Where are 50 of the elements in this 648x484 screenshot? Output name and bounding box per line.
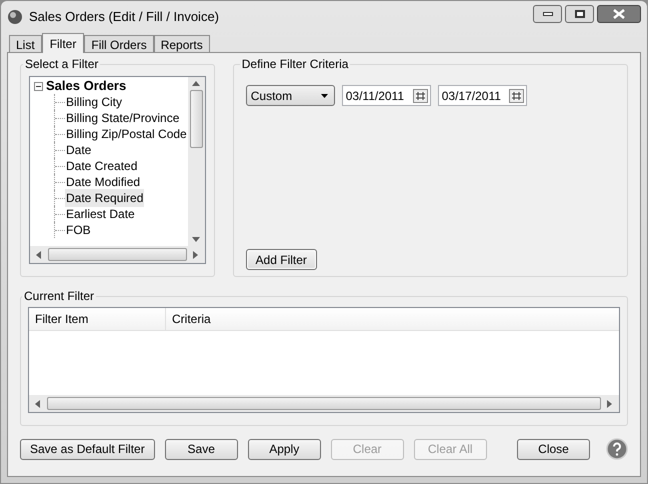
tree-item[interactable]: Billing State/Province: [65, 109, 180, 127]
scroll-up-icon[interactable]: [192, 81, 200, 86]
close-button[interactable]: [597, 5, 641, 23]
scroll-thumb[interactable]: [48, 248, 187, 261]
tree-item[interactable]: Earliest Date: [65, 205, 136, 223]
group-label: Current Filter: [23, 288, 96, 305]
horizontal-scrollbar[interactable]: [30, 246, 205, 263]
tree-item[interactable]: Date Required: [65, 189, 144, 207]
add-filter-button[interactable]: Add Filter: [246, 249, 317, 270]
app-logo-icon: [7, 9, 23, 25]
scroll-down-icon[interactable]: [192, 237, 200, 242]
date-field[interactable]: 03/11/2011: [342, 85, 431, 106]
date-field[interactable]: 03/17/2011: [438, 85, 527, 106]
tree-root[interactable]: Sales Orders: [46, 77, 126, 96]
help-icon[interactable]: [606, 438, 628, 460]
minimize-button[interactable]: [533, 5, 562, 23]
tree-item[interactable]: Billing City: [65, 93, 124, 111]
tree-item[interactable]: FOB: [65, 221, 92, 239]
tree-item[interactable]: Billing Zip/Postal Code: [65, 125, 188, 143]
scroll-left-icon[interactable]: [36, 250, 42, 258]
tab[interactable]: Reports: [154, 35, 210, 52]
tree-item[interactable]: Date Created: [65, 157, 138, 175]
scroll-right-icon[interactable]: [607, 400, 613, 408]
tree-item[interactable]: Date: [65, 141, 92, 159]
column-header[interactable]: Criteria: [166, 308, 619, 330]
tree-item[interactable]: Date Modified: [65, 173, 142, 191]
window-title: Sales Orders (Edit / Fill / Invoice): [29, 8, 219, 26]
calendar-icon[interactable]: [412, 88, 428, 102]
column-header[interactable]: Filter Item: [29, 308, 166, 330]
tab[interactable]: Fill Orders: [84, 35, 154, 52]
scroll-thumb[interactable]: [47, 397, 601, 410]
vertical-scrollbar[interactable]: [188, 77, 205, 246]
tab[interactable]: Filter: [42, 33, 84, 53]
group-label: Define Filter Criteria: [240, 56, 350, 73]
collapse-icon[interactable]: [34, 82, 43, 90]
group-label: Select a Filter: [24, 56, 100, 73]
calendar-icon[interactable]: [508, 88, 524, 102]
dropdown-arrow-icon: [320, 94, 328, 98]
maximize-button[interactable]: [565, 5, 594, 23]
close-icon: [613, 9, 625, 19]
horizontal-scrollbar[interactable]: [29, 395, 619, 412]
action-button[interactable]: Save: [164, 438, 238, 460]
range-dropdown[interactable]: Custom: [246, 85, 335, 106]
scroll-thumb[interactable]: [190, 90, 203, 148]
scroll-right-icon[interactable]: [192, 250, 199, 258]
scroll-left-icon[interactable]: [35, 400, 41, 408]
tab[interactable]: List: [9, 35, 42, 52]
action-button[interactable]: Apply: [248, 438, 321, 460]
action-button[interactable]: Save as Default Filter: [20, 438, 155, 460]
action-button[interactable]: Close: [517, 438, 590, 460]
